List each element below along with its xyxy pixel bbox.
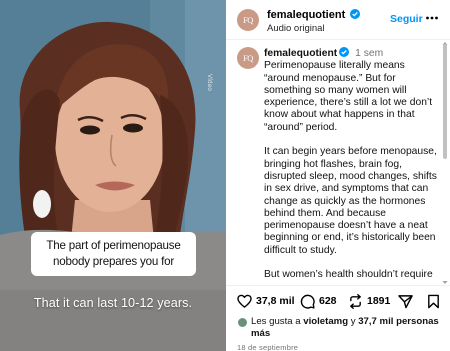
- repost-button[interactable]: 1891: [348, 293, 390, 309]
- post-date[interactable]: 18 de septiembre: [237, 343, 298, 351]
- post-actions-bar: 37,8 mil 628 1891: [226, 285, 450, 315]
- share-icon: [398, 294, 413, 308]
- caption-verified-badge-icon: [339, 47, 350, 57]
- verified-badge-icon: [350, 9, 361, 19]
- more-horizontal-icon[interactable]: [425, 11, 439, 25]
- comment-icon: [300, 294, 315, 309]
- liked-by-prefix: Les gusta a: [251, 316, 304, 327]
- caption-scrollbar[interactable]: [442, 41, 448, 285]
- share-button[interactable]: [398, 293, 413, 309]
- author-username-row: femalequotient: [267, 9, 361, 21]
- liker-avatar[interactable]: [237, 317, 248, 328]
- comment-button[interactable]: 628: [300, 293, 337, 309]
- caption-author-username[interactable]: femalequotient: [264, 48, 337, 59]
- save-button[interactable]: [426, 293, 441, 309]
- caption-paragraph-2: It can begin years before menopause, bri…: [264, 146, 437, 256]
- author-avatar[interactable]: FQ: [237, 9, 259, 31]
- repost-icon: [350, 293, 361, 309]
- post-caption: FQ femalequotient 1 sem Perimenopause li…: [226, 41, 450, 285]
- reposts-count: 1891: [367, 295, 391, 307]
- audio-link[interactable]: Audio original: [267, 23, 325, 34]
- comments-count: 628: [319, 295, 337, 307]
- reel-video[interactable]: Vídeo The part of perimenopause nobody p…: [0, 0, 226, 351]
- caption-timestamp[interactable]: 1 sem: [355, 48, 383, 59]
- liked-by-user[interactable]: violetamg: [303, 316, 348, 327]
- video-subtitle: That it can last 10-12 years.: [33, 296, 193, 310]
- bookmark-icon: [428, 294, 439, 308]
- likes-count: 37,8 mil: [256, 295, 295, 307]
- heart-icon: [237, 294, 252, 308]
- video-text-overlay-label: The part of perimenopause nobody prepare…: [46, 239, 181, 268]
- post-panel: FQ femalequotient Audio original Seguir …: [226, 0, 450, 351]
- post-header: FQ femalequotient Audio original Seguir: [226, 0, 450, 40]
- scrollbar-thumb[interactable]: [443, 44, 447, 159]
- follow-button[interactable]: Seguir: [390, 13, 423, 25]
- caption-paragraph-3: But women’s health shouldn’t require: [264, 269, 433, 281]
- like-button[interactable]: 37,8 mil: [237, 293, 295, 309]
- video-watermark: Vídeo: [206, 74, 213, 91]
- video-text-overlay: The part of perimenopause nobody prepare…: [31, 232, 196, 276]
- author-username[interactable]: femalequotient: [267, 9, 345, 21]
- caption-text: femalequotient 1 sem Perimenopause liter…: [264, 47, 442, 285]
- caption-author-avatar[interactable]: FQ: [237, 47, 259, 69]
- caption-paragraph-1: Perimenopause literally means “around me…: [264, 60, 433, 133]
- liked-by-middle: y: [348, 316, 359, 327]
- liked-by-text: Les gusta a violetamg y 37,7 mil persona…: [251, 316, 447, 339]
